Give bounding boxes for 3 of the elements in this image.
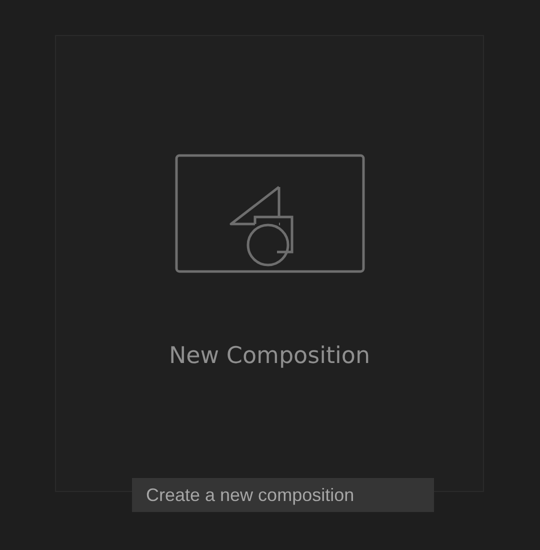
composition-icon (174, 154, 364, 273)
tooltip: Create a new composition (132, 478, 434, 512)
card-title: New Composition (168, 343, 370, 369)
